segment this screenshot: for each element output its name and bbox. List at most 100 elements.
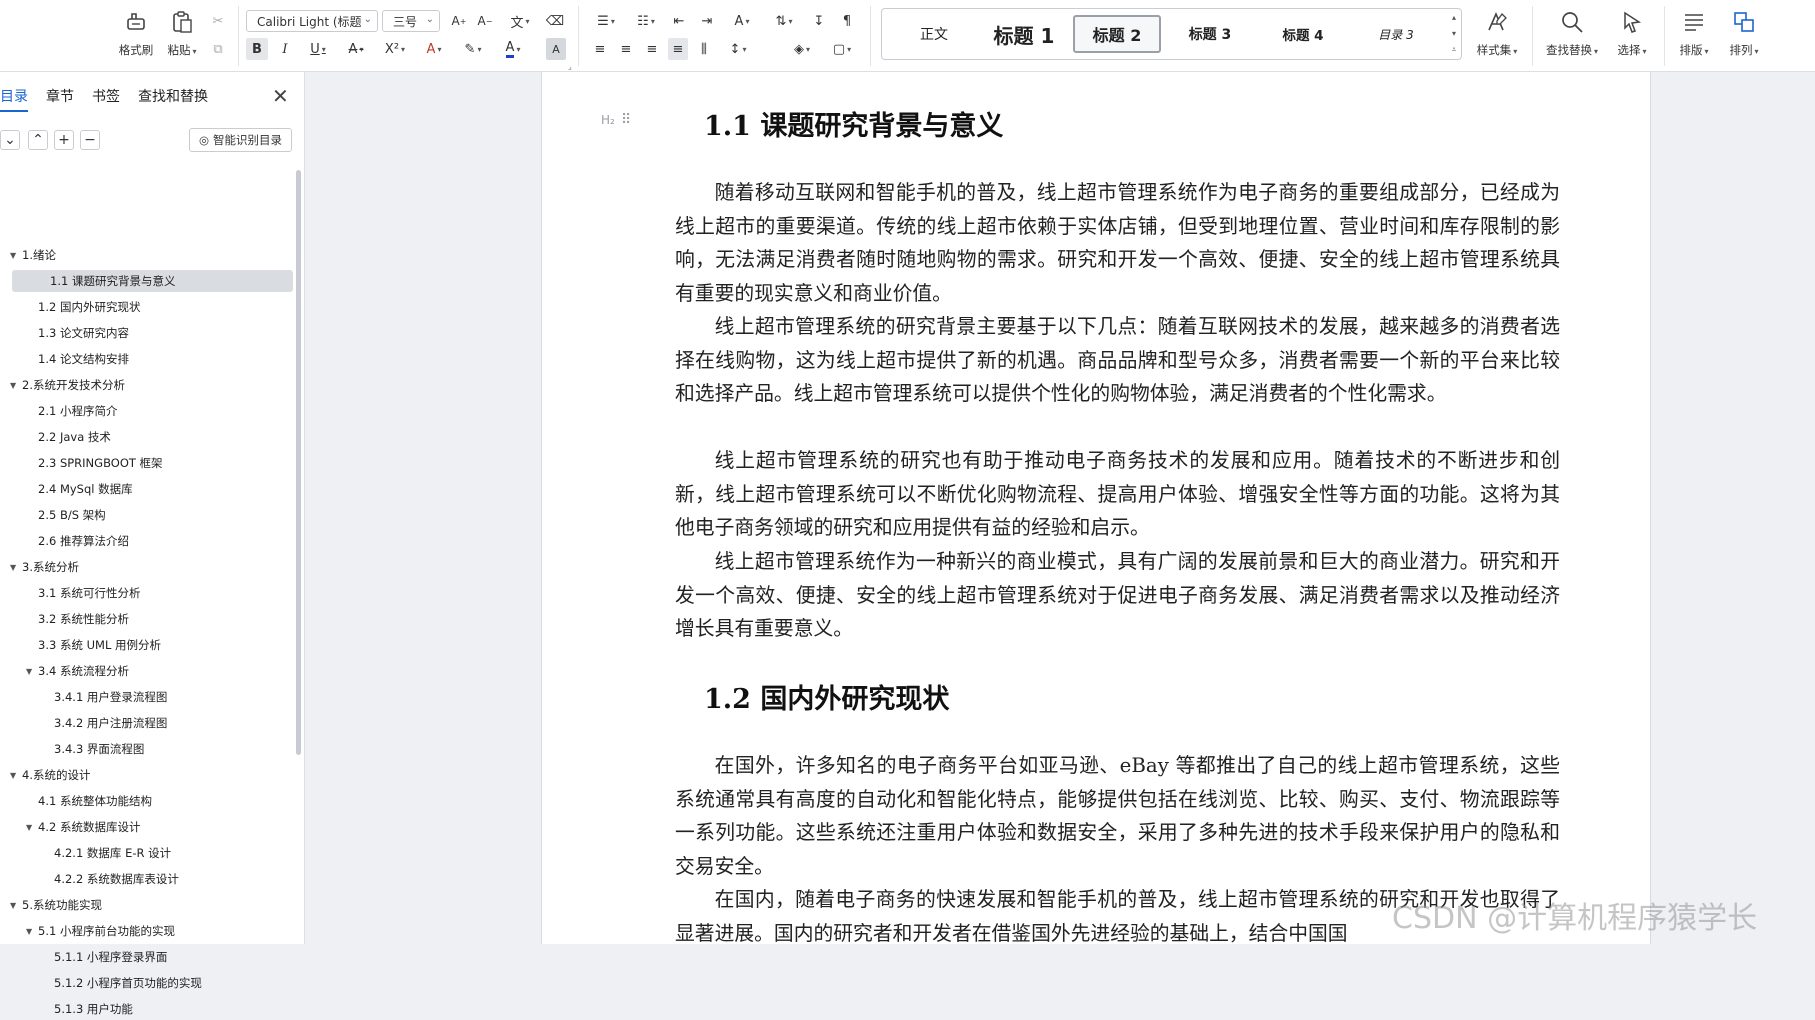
italic-button[interactable]: I (274, 38, 296, 60)
toc-item[interactable]: ▼ 4.2 系统数据库设计 (0, 816, 296, 838)
expand-arrow-icon[interactable]: ▼ (26, 823, 38, 832)
toc-item[interactable]: 2.1 小程序简介 (0, 400, 296, 422)
toc-item[interactable]: 2.6 推荐算法介绍 (0, 530, 296, 552)
show-marks-icon[interactable]: ¶ (836, 10, 858, 32)
copy-icon[interactable]: ⧉ (208, 38, 228, 60)
style-heading-2[interactable]: 标题 2 (1073, 15, 1161, 53)
font-color-button[interactable]: A ▾ (496, 38, 530, 60)
toc-item[interactable]: 2.5 B/S 架构 (0, 504, 296, 526)
line-spacing-icon[interactable]: ↕ ▾ (722, 38, 754, 60)
toc-item[interactable]: 2.4 MySql 数据库 (0, 478, 296, 500)
style-heading-1[interactable]: 标题 1 (980, 15, 1068, 53)
style-heading-3[interactable]: 标题 3 (1166, 15, 1254, 53)
nav-scrollbar[interactable] (296, 170, 301, 755)
highlight-button[interactable]: ✎ ▾ (456, 38, 490, 60)
paste-button[interactable]: 粘贴 ▾ (158, 4, 206, 62)
text-direction-icon[interactable]: ⇅ ▾ (768, 10, 800, 32)
font-size-select[interactable]: 三号 ⌄ (382, 10, 440, 32)
sort-icon[interactable]: ↧ (808, 10, 830, 32)
toc-item[interactable]: 4.2.1 数据库 E-R 设计 (0, 842, 296, 864)
toc-item[interactable]: ▼ 4.系统的设计 (0, 764, 296, 786)
toc-item[interactable]: ▼ 3.4 系统流程分析 (0, 660, 296, 682)
layout-button[interactable]: 排版 ▾ (1670, 4, 1718, 62)
toc-item[interactable]: 5.1.1 小程序登录界面 (0, 946, 296, 968)
toc-item-label: 4.系统的设计 (22, 768, 91, 782)
expand-arrow-icon[interactable]: ▼ (10, 251, 22, 260)
borders-icon[interactable]: ▢ ▾ (826, 38, 858, 60)
toc-item-label: 5.1.3 用户功能 (54, 1002, 133, 1016)
collapse-all-icon[interactable]: ⌄ (0, 130, 20, 150)
toc-item[interactable]: 3.3 系统 UML 用例分析 (0, 634, 296, 656)
bullet-list-icon[interactable]: ☰ ▾ (590, 10, 622, 32)
expand-arrow-icon[interactable]: ▼ (26, 927, 38, 936)
toc-item[interactable]: 2.2 Java 技术 (0, 426, 296, 448)
shading-icon[interactable]: ◈ ▾ (786, 38, 818, 60)
drag-handle-icon[interactable]: ⠿ (621, 112, 631, 128)
toc-item[interactable]: 5.1.3 用户功能 (0, 998, 296, 1020)
toc-item[interactable]: 5.1.2 小程序首页功能的实现 (0, 972, 296, 994)
toc-item-label: 3.4.2 用户注册流程图 (54, 716, 168, 730)
toc-item[interactable]: 1.2 国内外研究现状 (0, 296, 296, 318)
strikethrough-button[interactable]: A ▾ (340, 38, 372, 60)
smart-toc-button[interactable]: ◎ 智能识别目录 (189, 128, 292, 152)
expand-arrow-icon[interactable]: ▼ (10, 771, 22, 780)
align-center-icon[interactable]: ≡ (616, 38, 636, 60)
toc-item[interactable]: 3.1 系统可行性分析 (0, 582, 296, 604)
align-right-icon[interactable]: ≡ (642, 38, 662, 60)
style-heading-4[interactable]: 标题 4 (1259, 15, 1347, 53)
toc-item[interactable]: 3.4.3 界面流程图 (0, 738, 296, 760)
arrange-button[interactable]: 排列 ▾ (1720, 4, 1768, 62)
decrease-indent-icon[interactable]: ⇤ (668, 10, 690, 32)
find-replace-button[interactable]: 查找替换 ▾ (1540, 4, 1604, 62)
remove-item-icon[interactable]: − (80, 130, 100, 150)
tab-bookmarks[interactable]: 书签 (92, 86, 120, 108)
increase-indent-icon[interactable]: ⇥ (696, 10, 718, 32)
chinese-layout-icon[interactable]: A ▾ (726, 10, 758, 32)
align-left-icon[interactable]: ≡ (590, 38, 610, 60)
char-shading-button[interactable]: A (546, 38, 566, 60)
clear-format-icon[interactable]: ⌫ (544, 10, 566, 32)
toc-item[interactable]: ▼ 1.绪论 (0, 244, 296, 266)
toc-item[interactable]: 1.1 课题研究背景与意义 (12, 270, 293, 292)
tab-find-replace[interactable]: 查找和替换 (138, 86, 208, 108)
style-toc-3[interactable]: 目录 3 (1352, 15, 1440, 53)
toc-item[interactable]: 4.2.2 系统数据库表设计 (0, 868, 296, 890)
toc-item[interactable]: 4.1 系统整体功能结构 (0, 790, 296, 812)
distribute-icon[interactable]: ⫼ (694, 38, 714, 60)
toc-item[interactable]: 1.4 论文结构安排 (0, 348, 296, 370)
add-item-icon[interactable]: + (54, 130, 74, 150)
phonetic-guide-icon[interactable]: 文 ▾ (504, 10, 536, 32)
expand-arrow-icon[interactable]: ▼ (26, 667, 38, 676)
toc-item[interactable]: 1.3 论文研究内容 (0, 322, 296, 344)
justify-icon[interactable]: ≡ (668, 38, 688, 60)
grow-font-icon[interactable]: A + (448, 10, 470, 32)
close-icon[interactable]: ✕ (272, 84, 289, 108)
font-family-select[interactable]: Calibri Light (标题 ⌄ (246, 10, 378, 32)
bold-button[interactable]: B (246, 38, 268, 60)
numbered-list-icon[interactable]: ☷ ▾ (630, 10, 662, 32)
superscript-button[interactable]: X² ▾ (378, 38, 412, 60)
toc-item[interactable]: ▼ 2.系统开发技术分析 (0, 374, 296, 396)
style-body[interactable]: 正文 (892, 15, 976, 53)
toc-item[interactable]: 2.3 SPRINGBOOT 框架 (0, 452, 296, 474)
underline-button[interactable]: U ▾ (302, 38, 334, 60)
expand-arrow-icon[interactable]: ▼ (10, 901, 22, 910)
cut-icon[interactable]: ✂ (208, 10, 228, 32)
expand-arrow-icon[interactable]: ▼ (10, 381, 22, 390)
tab-chapters[interactable]: 章节 (46, 86, 74, 108)
toc-item[interactable]: 3.4.2 用户注册流程图 (0, 712, 296, 734)
toc-item[interactable]: ▼ 5.1 小程序前台功能的实现 (0, 920, 296, 942)
tab-toc[interactable]: 目录 (0, 86, 28, 112)
style-set-button[interactable]: 样式集 ▾ (1470, 4, 1524, 62)
toc-item[interactable]: ▼ 5.系统功能实现 (0, 894, 296, 916)
styles-scroll[interactable]: ▴ ▾ ⩡ (1447, 9, 1461, 59)
move-up-icon[interactable]: ⌃ (28, 130, 48, 150)
expand-arrow-icon[interactable]: ▼ (10, 563, 22, 572)
toc-item[interactable]: 3.4.1 用户登录流程图 (0, 686, 296, 708)
toc-item[interactable]: 3.2 系统性能分析 (0, 608, 296, 630)
toc-item[interactable]: ▼ 3.系统分析 (0, 556, 296, 578)
format-painter-button[interactable]: 格式刷 (112, 4, 160, 62)
text-effect-button[interactable]: A ▾ (418, 38, 450, 60)
shrink-font-icon[interactable]: A − (474, 10, 496, 32)
select-button[interactable]: 选择 ▾ (1608, 4, 1656, 62)
